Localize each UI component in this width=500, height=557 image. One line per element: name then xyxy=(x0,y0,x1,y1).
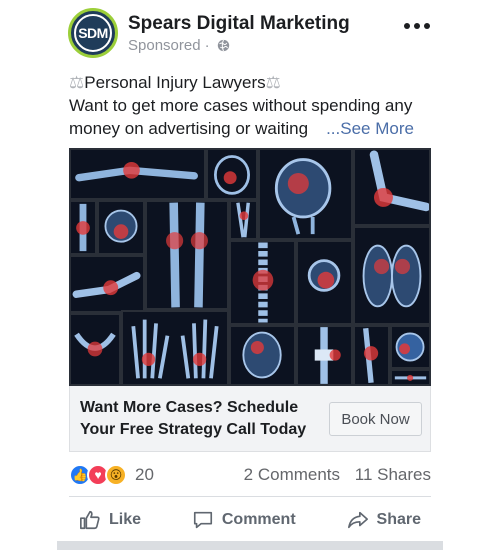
cta-headline: Want More Cases? Schedule Your Free Stra… xyxy=(80,397,325,441)
comments-count-link[interactable]: 2 Comments xyxy=(244,465,340,484)
share-arrow-icon xyxy=(347,511,368,529)
page-avatar[interactable]: SDM xyxy=(68,8,118,58)
xray-shoulder-tile xyxy=(296,240,353,325)
xray-spine-tile xyxy=(229,240,296,325)
comment-label: Comment xyxy=(221,511,296,528)
reactions-summary[interactable]: 👍 ♥ 😮 20 xyxy=(69,464,154,486)
book-now-button[interactable]: Book Now xyxy=(329,402,422,436)
post-body-line: Want to get more cases without spending … xyxy=(69,96,413,115)
see-more-link[interactable]: ...See More xyxy=(326,119,414,138)
post-text: ⚖ Personal Injury Lawyers ⚖ Want to get … xyxy=(69,71,439,140)
xray-foot-tile xyxy=(69,255,145,313)
separator-dot: · xyxy=(204,37,210,54)
xray-hip-tile xyxy=(353,325,390,386)
scales-of-justice-icon: ⚖ xyxy=(265,73,281,92)
more-options-button[interactable] xyxy=(402,14,432,38)
cta-bar[interactable]: Want More Cases? Schedule Your Free Stra… xyxy=(69,386,431,452)
xray-skull-tile xyxy=(258,148,353,240)
xray-pelvis-tile xyxy=(69,313,121,386)
engagement-stats: 2 Comments 11 Shares xyxy=(244,465,431,485)
dot-icon xyxy=(414,23,420,29)
share-label: Share xyxy=(376,511,421,528)
dot-icon xyxy=(424,23,430,29)
cta-headline-line: Want More Cases? Schedule xyxy=(80,399,299,416)
comment-button[interactable]: Comment xyxy=(182,505,306,535)
like-label: Like xyxy=(109,511,142,528)
page-name[interactable]: Spears Digital Marketing xyxy=(128,13,350,35)
feed-separator xyxy=(57,541,443,550)
reaction-count: 20 xyxy=(135,465,154,484)
thumbs-up-icon xyxy=(80,510,100,530)
xray-brain-scan-tile xyxy=(390,325,431,369)
facebook-ad-post: SDM Spears Digital Marketing Sponsored ·… xyxy=(0,0,500,557)
xray-elbow-tile xyxy=(353,148,431,226)
post-headline: Personal Injury Lawyers xyxy=(84,73,266,92)
xray-chest-tile xyxy=(353,226,431,325)
wow-reaction-icon: 😮 xyxy=(105,464,127,486)
post-body-line: money on advertising or waiting xyxy=(69,119,309,138)
xray-knee-tile xyxy=(69,200,97,255)
xray-legs-tile xyxy=(145,200,229,310)
cta-headline-line: Your Free Strategy Call Today xyxy=(80,421,307,438)
avatar-logo-text: SDM xyxy=(74,14,112,52)
scales-of-justice-icon: ⚖ xyxy=(69,73,85,92)
xray-arm-tile xyxy=(69,148,206,200)
xray-collage-image[interactable] xyxy=(69,148,431,386)
sponsored-row: Sponsored · xyxy=(128,37,230,54)
comment-bubble-icon xyxy=(193,511,212,529)
divider xyxy=(69,496,431,497)
globe-icon xyxy=(217,39,229,52)
xray-wrist-tile xyxy=(229,200,258,240)
dot-icon xyxy=(404,23,410,29)
action-bar: Like Comment Share xyxy=(69,505,431,535)
shares-count-link[interactable]: 11 Shares xyxy=(355,465,431,484)
share-button[interactable]: Share xyxy=(337,505,431,535)
xray-brain-tile xyxy=(206,148,258,200)
xray-skull-side-tile xyxy=(229,325,296,386)
xray-skull-front-tile xyxy=(97,200,145,255)
like-button[interactable]: Like xyxy=(69,505,151,535)
sponsored-label[interactable]: Sponsored xyxy=(128,37,201,54)
xray-strip-tile xyxy=(390,369,431,386)
xray-knee-implant-tile xyxy=(296,325,353,386)
xray-hands-tile xyxy=(121,310,229,386)
